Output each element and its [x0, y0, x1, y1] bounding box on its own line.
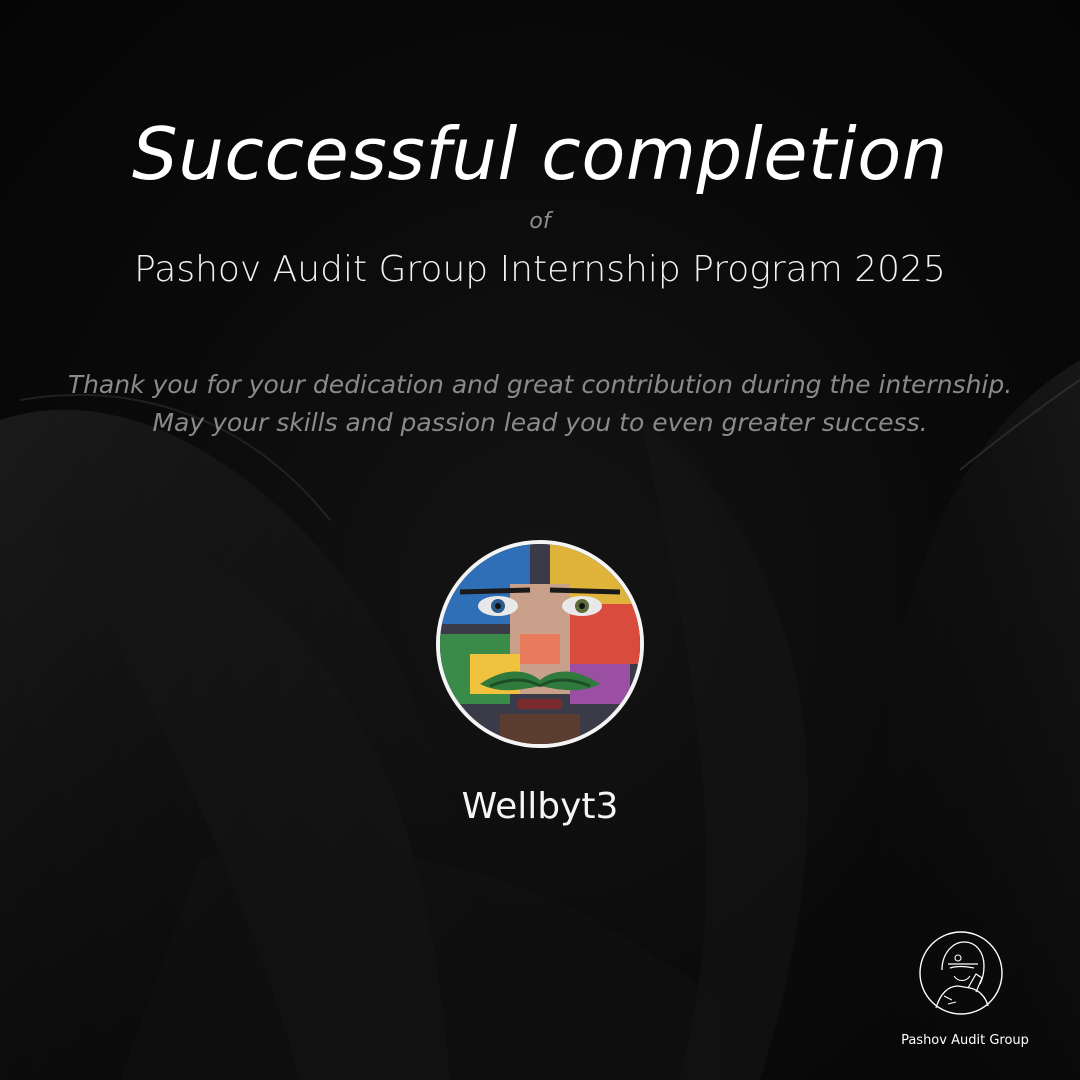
recipient-name: Wellbyt3 [461, 786, 619, 827]
recipient-avatar [436, 540, 644, 748]
certificate-title: Successful completion [132, 112, 948, 196]
thank-you-line-1: Thank you for your dedication and great … [67, 370, 1013, 399]
org-name-label: Pashov Audit Group [901, 1033, 1029, 1048]
thank-you-line-2: May your skills and passion lead you to … [152, 408, 928, 437]
of-connector-text: of [529, 209, 551, 234]
hooded-figure-logo-icon [919, 931, 1003, 1015]
program-name: Pashov Audit Group Internship Program 20… [134, 249, 946, 290]
painted-face-avatar-icon [440, 544, 640, 744]
thank-you-message: Thank you for your dedication and great … [0, 366, 1080, 442]
certificate-canvas: Successful completion of Pashov Audit Gr… [0, 0, 1080, 1080]
